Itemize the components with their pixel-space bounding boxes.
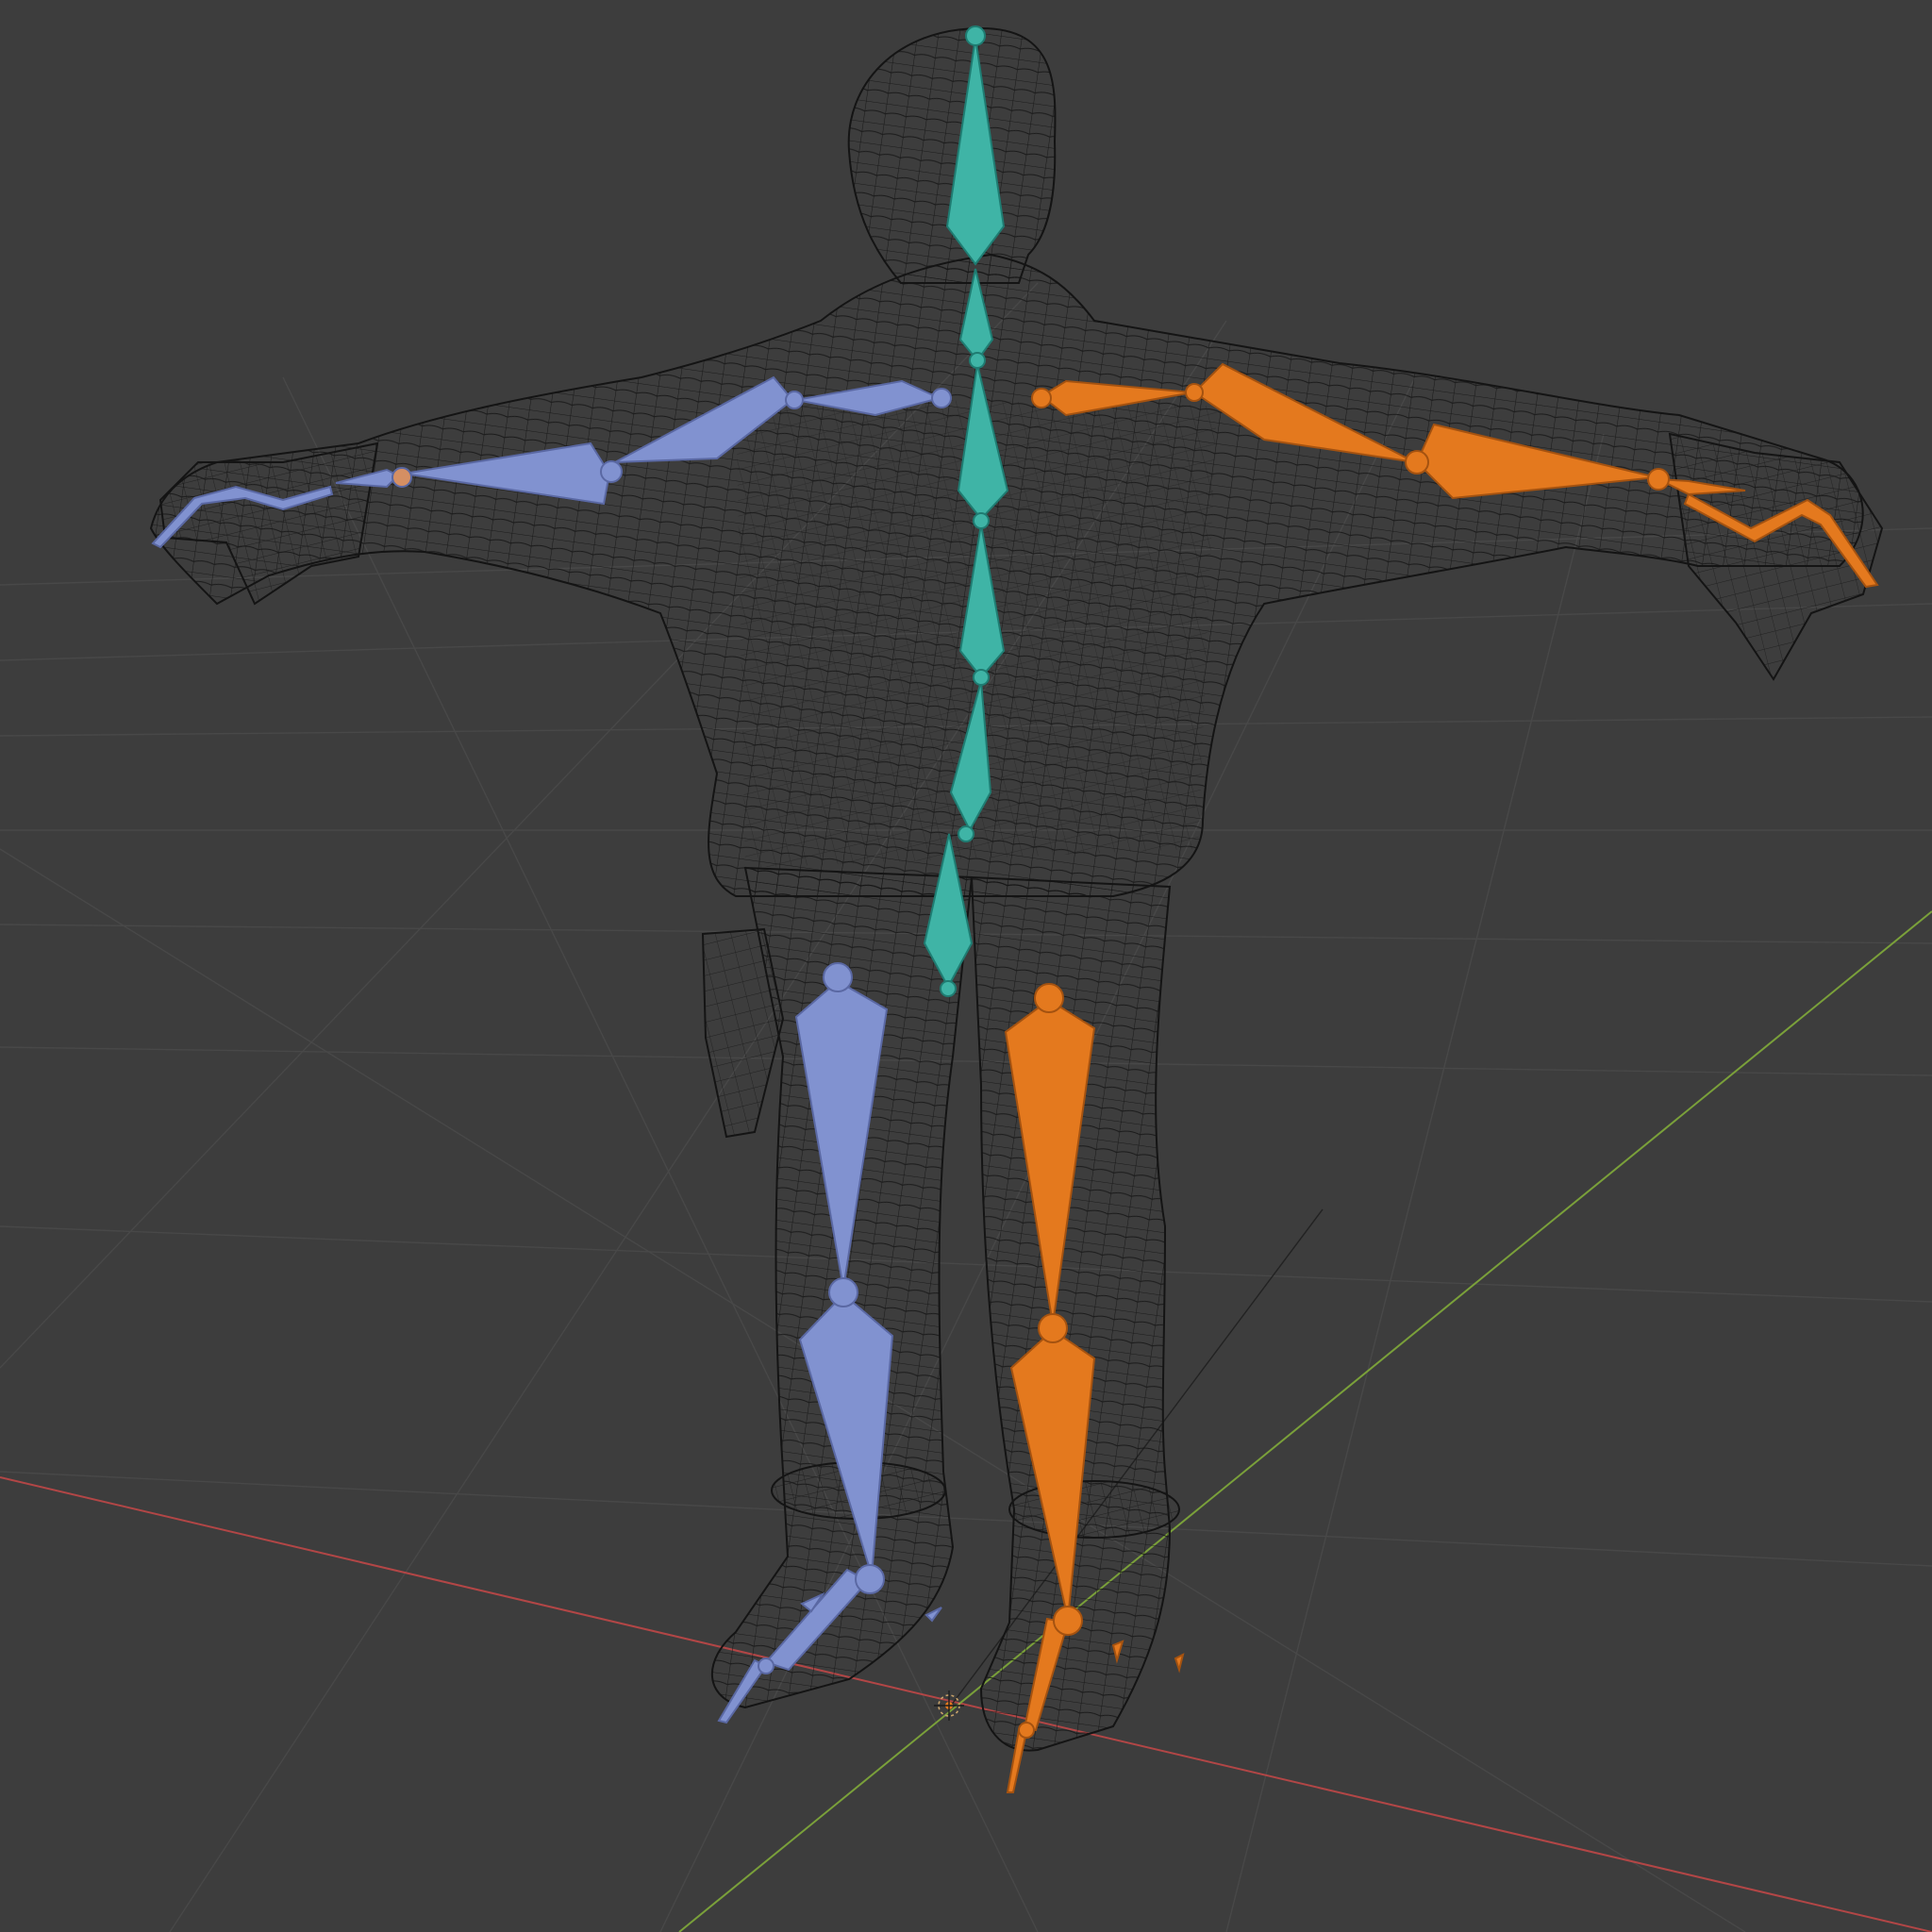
viewport-canvas[interactable]	[0, 0, 1932, 1932]
bone-toe-tip-right[interactable]	[1174, 1653, 1185, 1674]
joint-knee-left[interactable]	[828, 1277, 858, 1307]
bone-toe-tip-left[interactable]	[924, 1607, 942, 1623]
x-axis-line	[0, 1476, 1932, 1932]
joint-hip-right[interactable]	[1034, 983, 1064, 1013]
joint-hand-right[interactable]	[1647, 468, 1670, 491]
joint-chest[interactable]	[973, 512, 990, 529]
mesh-right-boot-cuff	[1008, 1480, 1180, 1539]
joint-neck[interactable]	[969, 352, 986, 369]
joint-hip-left[interactable]	[823, 962, 853, 992]
joint-wrist-right[interactable]	[1405, 450, 1429, 475]
joint-pelvis-end[interactable]	[940, 980, 957, 997]
joint-wrist-left[interactable]	[600, 460, 623, 483]
3d-viewport[interactable]	[0, 0, 1932, 1932]
joint-hand-left[interactable]	[391, 467, 412, 488]
joint-knee-right[interactable]	[1038, 1313, 1068, 1343]
joint-hip-center[interactable]	[958, 825, 974, 842]
joint-ankle-right[interactable]	[1053, 1606, 1083, 1636]
joint-shoulder-left[interactable]	[931, 388, 952, 408]
mesh-head	[847, 26, 1057, 284]
joint-elbow-left[interactable]	[785, 391, 804, 409]
joint-ball-right[interactable]	[1018, 1722, 1035, 1739]
joint-shoulder-right[interactable]	[1031, 388, 1052, 408]
joint-ball-left[interactable]	[758, 1657, 774, 1674]
joint-spine[interactable]	[973, 669, 990, 686]
joint-head-top[interactable]	[965, 25, 986, 46]
joint-ankle-left[interactable]	[855, 1564, 885, 1594]
joint-elbow-right[interactable]	[1185, 383, 1204, 402]
